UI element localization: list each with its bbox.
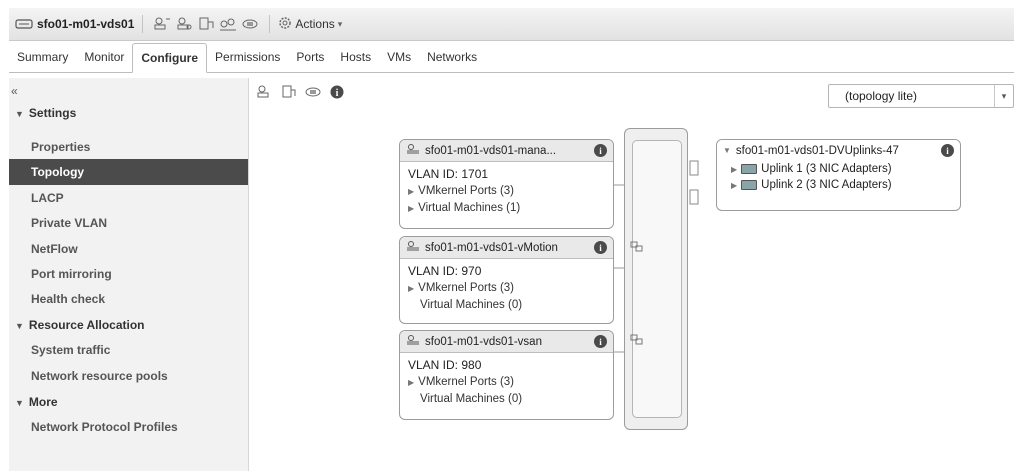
uplink-label: Uplink 1 (3 NIC Adapters) bbox=[761, 163, 892, 175]
expand-triangle-icon: ▶ bbox=[408, 187, 415, 196]
uplink-label: Uplink 2 (3 NIC Adapters) bbox=[761, 179, 892, 191]
expand-triangle-icon: ▶ bbox=[408, 284, 415, 293]
info-icon[interactable]: i bbox=[941, 144, 954, 157]
port-group-name: sfo01-m01-vds01-vsan bbox=[425, 335, 542, 348]
row-label: Virtual Machines (1) bbox=[418, 202, 521, 214]
port-group-icon bbox=[406, 143, 420, 158]
port-group-header: sfo01-m01-vds01-vMotion i bbox=[400, 237, 613, 259]
info-icon[interactable]: i bbox=[594, 241, 607, 254]
uplink-port-icon bbox=[689, 160, 699, 176]
info-icon[interactable]: i bbox=[594, 144, 607, 157]
nic-adapter-icon bbox=[741, 180, 758, 190]
port-group-icon bbox=[406, 334, 420, 349]
vmkernel-ports-row[interactable]: ▶ VMkernel Ports (3) bbox=[408, 280, 605, 297]
expand-triangle-icon: ▶ bbox=[408, 204, 415, 213]
port-group-name: sfo01-m01-vds01-mana... bbox=[425, 144, 557, 157]
port-group-header: sfo01-m01-vds01-vsan i bbox=[400, 331, 613, 353]
virtual-machines-row: Virtual Machines (0) bbox=[408, 297, 605, 314]
vlan-id: VLAN ID: 980 bbox=[408, 358, 482, 372]
vmkernel-ports-row[interactable]: ▶ VMkernel Ports (3) bbox=[408, 374, 605, 391]
info-icon[interactable]: i bbox=[594, 335, 607, 348]
uplink-row[interactable]: ▶ Uplink 2 (3 NIC Adapters) bbox=[717, 177, 960, 193]
distributed-switch-body bbox=[624, 128, 688, 430]
virtual-machines-row[interactable]: ▶ Virtual Machines (1) bbox=[408, 200, 605, 217]
expand-triangle-icon: ▶ bbox=[408, 378, 415, 387]
port-group-header: sfo01-m01-vds01-mana... i bbox=[400, 140, 613, 162]
vlan-id: VLAN ID: 1701 bbox=[408, 167, 489, 181]
vmkernel-link-icon[interactable] bbox=[630, 333, 644, 351]
expand-triangle-icon: ▶ bbox=[731, 180, 738, 190]
uplink-group-header: ▼ sfo01-m01-vds01-DVUplinks-47 i bbox=[717, 140, 960, 161]
vlan-id: VLAN ID: 970 bbox=[408, 264, 482, 278]
port-group-card[interactable]: sfo01-m01-vds01-mana... i VLAN ID: 1701 … bbox=[399, 139, 614, 229]
port-group-card[interactable]: sfo01-m01-vds01-vsan i VLAN ID: 980 ▶ VMk… bbox=[399, 330, 614, 420]
row-label: VMkernel Ports (3) bbox=[418, 376, 515, 388]
row-label: Virtual Machines (0) bbox=[420, 299, 523, 311]
port-group-name: sfo01-m01-vds01-vMotion bbox=[425, 241, 558, 254]
port-group-icon bbox=[406, 240, 420, 255]
uplink-row[interactable]: ▶ Uplink 1 (3 NIC Adapters) bbox=[717, 161, 960, 177]
switch-inner-panel bbox=[632, 140, 682, 418]
virtual-machines-row: Virtual Machines (0) bbox=[408, 391, 605, 408]
port-group-card[interactable]: sfo01-m01-vds01-vMotion i VLAN ID: 970 ▶… bbox=[399, 236, 614, 324]
uplink-group-name: sfo01-m01-vds01-DVUplinks-47 bbox=[735, 144, 899, 157]
row-label: VMkernel Ports (3) bbox=[418, 185, 515, 197]
row-label: Virtual Machines (0) bbox=[420, 393, 523, 405]
collapse-triangle-icon[interactable]: ▼ bbox=[723, 146, 731, 155]
expand-triangle-icon: ▶ bbox=[731, 164, 738, 174]
uplink-group-card[interactable]: ▼ sfo01-m01-vds01-DVUplinks-47 i ▶ Uplin… bbox=[716, 139, 961, 211]
uplink-port-icon bbox=[689, 189, 699, 205]
nic-adapter-icon bbox=[741, 164, 758, 174]
row-label: VMkernel Ports (3) bbox=[418, 282, 515, 294]
vmkernel-ports-row[interactable]: ▶ VMkernel Ports (3) bbox=[408, 183, 605, 200]
vmkernel-link-icon[interactable] bbox=[630, 240, 644, 258]
